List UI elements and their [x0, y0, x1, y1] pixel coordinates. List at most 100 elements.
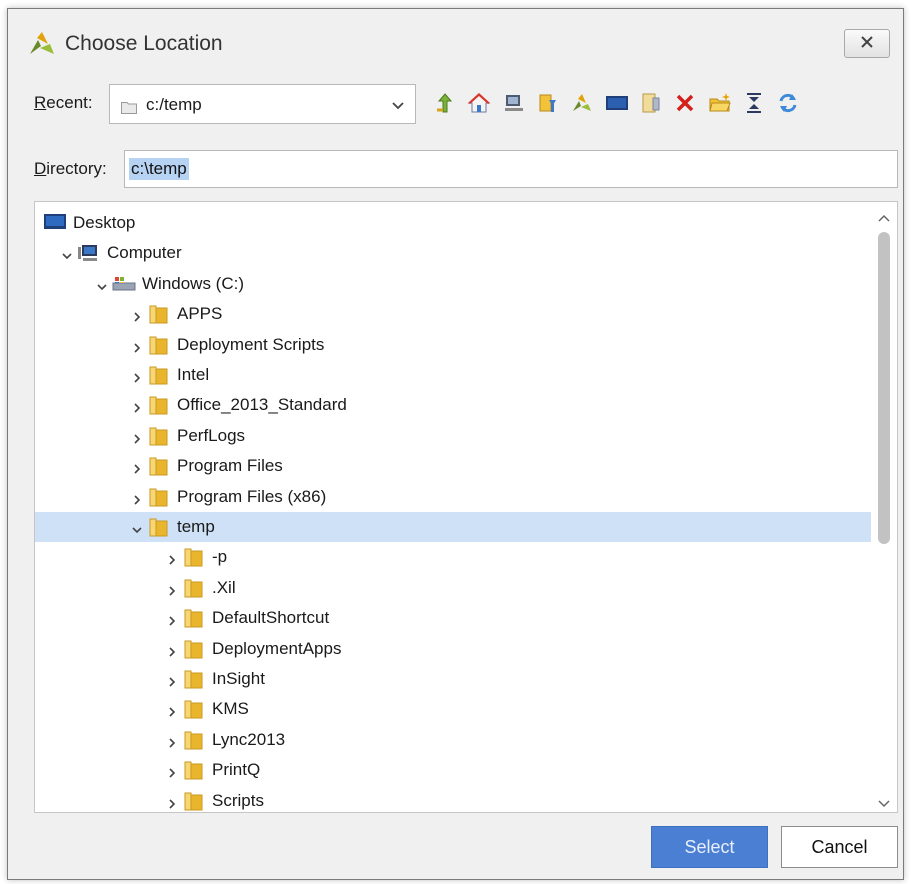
folder-icon	[147, 395, 169, 415]
new-folder-icon[interactable]	[702, 87, 736, 119]
tree-item-label: PrintQ	[212, 760, 261, 780]
tree-item[interactable]: -p	[35, 542, 871, 572]
chevron-right-icon[interactable]	[131, 491, 143, 505]
tree-item-label: temp	[177, 517, 215, 536]
tree-item-label: APPS	[177, 304, 223, 324]
recent-label: Recent:	[34, 93, 93, 112]
folder-icon	[182, 639, 204, 659]
desktop-icon[interactable]	[599, 87, 633, 119]
tree-item[interactable]: .Xil	[35, 573, 871, 603]
tree-item[interactable]: Deployment Scripts	[35, 330, 871, 360]
collapse-all-icon[interactable]	[737, 87, 771, 119]
tree-item[interactable]: Program Files	[35, 451, 871, 481]
tree-item[interactable]: Computer	[35, 238, 871, 268]
tree-item-label: KMS	[212, 699, 249, 719]
directory-label: Directory:	[34, 159, 107, 178]
folder-icon	[182, 547, 204, 567]
network-icon[interactable]	[634, 87, 668, 119]
chevron-right-icon[interactable]	[166, 734, 178, 748]
tree-item-label: Computer	[107, 243, 182, 263]
directory-input[interactable]: c:\temp	[124, 150, 898, 188]
tree-item[interactable]: DeploymentApps	[35, 634, 871, 664]
select-button[interactable]: Select	[651, 826, 768, 868]
tree-item[interactable]: Windows (C:)	[35, 269, 871, 299]
scroll-up-icon[interactable]	[877, 208, 891, 222]
chevron-right-icon[interactable]	[166, 703, 178, 717]
tree-item[interactable]: Desktop	[35, 208, 871, 238]
tree-item[interactable]: Office_2013_Standard	[35, 390, 871, 420]
computer-icon[interactable]	[497, 87, 531, 119]
scroll-thumb[interactable]	[878, 232, 890, 544]
tree-item-label: PerfLogs	[177, 425, 246, 445]
folder-icon	[182, 608, 204, 628]
chevron-right-icon[interactable]	[131, 308, 143, 322]
tree-item[interactable]: Program Files (x86)	[35, 482, 871, 512]
chevron-right-icon[interactable]	[131, 430, 143, 444]
recent-dropdown[interactable]: c:/temp	[109, 84, 416, 124]
tree-item-label: DeploymentApps	[212, 638, 342, 658]
chevron-right-icon[interactable]	[166, 582, 178, 596]
tree-item[interactable]: Scripts	[35, 786, 871, 812]
folder-icon	[121, 99, 137, 119]
folder-icon	[147, 365, 169, 385]
tree-item-label: Deployment Scripts	[177, 334, 325, 354]
window-title: Choose Location	[65, 32, 223, 55]
chevron-down-icon[interactable]	[61, 247, 73, 260]
chevron-right-icon[interactable]	[166, 551, 178, 565]
chevron-down-icon[interactable]	[96, 278, 108, 290]
folder-icon	[147, 456, 169, 476]
vertical-scrollbar[interactable]	[871, 202, 897, 812]
chevron-right-icon[interactable]	[131, 399, 143, 413]
chevron-right-icon[interactable]	[131, 369, 143, 383]
chevron-right-icon[interactable]	[166, 643, 178, 657]
tree-item[interactable]: Lync2013	[35, 725, 871, 755]
tree-item-label: Windows (C:)	[142, 273, 245, 293]
tree-item-label: Lync2013	[212, 729, 286, 749]
chevron-right-icon[interactable]	[166, 612, 178, 626]
cancel-button[interactable]: Cancel	[781, 826, 898, 868]
chevron-down-icon[interactable]	[391, 97, 405, 117]
computer-icon	[77, 243, 99, 263]
home-icon[interactable]	[462, 87, 496, 119]
tree-item-label: Office_2013_Standard	[177, 395, 347, 415]
folder-icon	[182, 699, 204, 719]
tree-item[interactable]: DefaultShortcut	[35, 603, 871, 633]
refresh-icon[interactable]	[771, 87, 805, 119]
tree-item[interactable]: InSight	[35, 664, 871, 694]
chevron-right-icon[interactable]	[166, 673, 178, 687]
go-up-icon[interactable]	[428, 87, 462, 119]
title-bar: Choose Location	[8, 9, 903, 73]
scroll-down-icon[interactable]	[877, 794, 891, 808]
folder-icon	[182, 760, 204, 780]
chevron-right-icon[interactable]	[131, 460, 143, 474]
tree-item[interactable]: PrintQ	[35, 755, 871, 785]
chevron-right-icon[interactable]	[166, 795, 178, 809]
folder-tree[interactable]: Desktop Computer Windows (C:) APPS Deploymen…	[34, 201, 898, 813]
delete-icon[interactable]	[668, 87, 702, 119]
tree-item-label: -p	[212, 547, 228, 567]
vivado-logo-icon	[28, 32, 56, 56]
tree-item[interactable]: temp	[35, 512, 871, 542]
tree-item[interactable]: APPS	[35, 299, 871, 329]
tree-item-label: Program Files (x86)	[177, 486, 327, 506]
folder-icon	[182, 669, 204, 689]
close-button[interactable]	[844, 29, 890, 58]
tree-item-label: InSight	[212, 669, 265, 688]
bookmarks-icon[interactable]	[531, 87, 565, 119]
folder-icon	[147, 304, 169, 324]
tree-item[interactable]: PerfLogs	[35, 421, 871, 451]
folder-icon	[147, 335, 169, 355]
tree-item[interactable]: Intel	[35, 360, 871, 390]
directory-value: c:\temp	[129, 158, 189, 180]
tree-item-label: .Xil	[212, 577, 236, 597]
choose-location-dialog: Choose Location Recent: c:/temp Director…	[7, 8, 904, 880]
recent-value: c:/temp	[146, 95, 202, 114]
project-icon[interactable]	[565, 87, 599, 119]
tree-item[interactable]: KMS	[35, 694, 871, 724]
drive-icon	[112, 274, 136, 294]
chevron-right-icon[interactable]	[131, 339, 143, 353]
chevron-down-icon[interactable]	[131, 521, 143, 534]
chevron-right-icon[interactable]	[166, 764, 178, 778]
tree-item-label: Program Files	[177, 456, 283, 476]
folder-icon	[147, 517, 169, 537]
